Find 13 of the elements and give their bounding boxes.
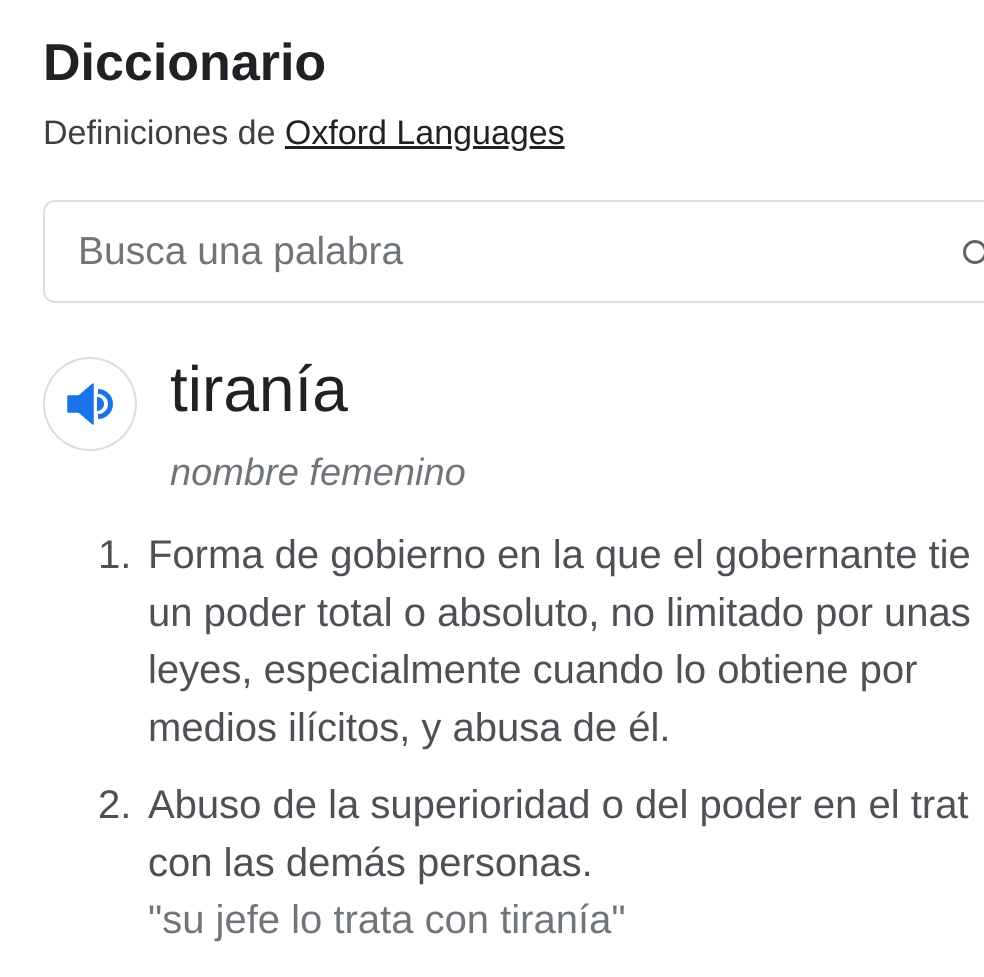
page-title: Diccionario bbox=[43, 33, 326, 94]
search-field[interactable]: Busca una palabra bbox=[43, 200, 984, 303]
headword: tiranía bbox=[170, 357, 348, 421]
speaker-icon bbox=[67, 383, 113, 425]
source-link[interactable]: Oxford Languages bbox=[284, 114, 565, 152]
definition-text: Abuso de la superioridad o del poder en el trat con las demás personas. bbox=[148, 782, 969, 886]
definition-number: 1. bbox=[98, 532, 132, 579]
part-of-speech: nombre femenino bbox=[170, 451, 466, 496]
example-sentence: "su jefe lo trata con tiranía" bbox=[148, 897, 626, 944]
search-icon[interactable] bbox=[960, 238, 984, 266]
definition-text: Forma de gobierno en la que el gobernante tie un poder total o absoluto, no limitado por unas leyes, especialmente cuando lo obtiene por medios ilícitos, y abusa de él. bbox=[148, 532, 971, 752]
source-attribution: Definiciones de Oxford Languages bbox=[43, 113, 565, 153]
definition-number: 2. bbox=[98, 782, 132, 829]
